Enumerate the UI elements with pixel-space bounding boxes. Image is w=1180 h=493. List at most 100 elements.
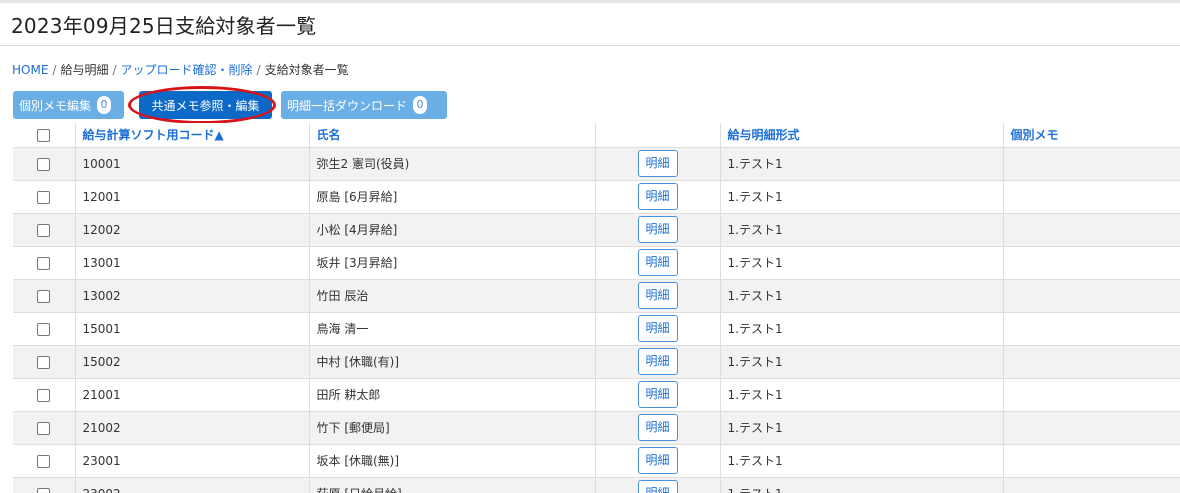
table-row: 10001 弥生2 憲司(役員) 明細 1.テスト1 [13, 146, 1180, 180]
detail-button[interactable]: 明細 [637, 150, 678, 177]
row-checkbox[interactable] [37, 190, 51, 204]
row-format: 1.テスト1 [719, 179, 1003, 213]
detail-button[interactable]: 明細 [637, 183, 678, 210]
employee-table-container: 給与計算ソフト用コード▲ 氏名 給与明細形式 個別メモ 10001 弥生2 憲司(… [13, 123, 1180, 493]
row-format: 1.テスト1 [719, 245, 1003, 279]
header-name[interactable]: 氏名 [308, 123, 595, 147]
row-memo [1002, 344, 1180, 378]
row-select-cell [13, 212, 75, 246]
row-code: 13001 [74, 245, 309, 279]
row-detail-cell: 明細 [594, 245, 720, 279]
bulk-download-button[interactable]: 明細一括ダウンロード 0 [281, 91, 447, 119]
row-memo [1002, 179, 1180, 213]
breadcrumb-home-link[interactable]: HOME [12, 63, 48, 77]
detail-button[interactable]: 明細 [637, 282, 678, 309]
row-checkbox[interactable] [37, 157, 51, 171]
row-code: 12002 [74, 212, 309, 246]
row-format: 1.テスト1 [719, 212, 1003, 246]
table-row: 15002 中村 [休職(有)] 明細 1.テスト1 [13, 344, 1180, 378]
breadcrumb-separator: / [112, 63, 117, 77]
row-detail-cell: 明細 [594, 146, 720, 180]
detail-button[interactable]: 明細 [637, 315, 678, 342]
row-format: 1.テスト1 [719, 410, 1003, 444]
row-name: 竹下 [郵便局] [308, 410, 595, 444]
row-select-cell [13, 344, 75, 378]
row-select-cell [13, 311, 75, 345]
table-row: 13002 竹田 辰治 明細 1.テスト1 [13, 278, 1180, 312]
row-checkbox[interactable] [37, 421, 51, 435]
common-memo-button[interactable]: 共通メモ参照・編集 [139, 91, 272, 119]
select-all-checkbox[interactable] [37, 128, 51, 142]
bulk-download-label: 明細一括ダウンロード [287, 98, 408, 113]
header-format[interactable]: 給与明細形式 [719, 123, 1003, 147]
row-name: 中村 [休職(有)] [308, 344, 595, 378]
top-border [0, 0, 1180, 3]
row-code: 21001 [74, 377, 309, 411]
detail-button[interactable]: 明細 [637, 348, 678, 375]
table-row: 12002 小松 [4月昇給] 明細 1.テスト1 [13, 212, 1180, 246]
individual-memo-edit-label: 個別メモ編集 [19, 98, 92, 113]
row-format: 1.テスト1 [719, 278, 1003, 312]
row-format: 1.テスト1 [719, 443, 1003, 477]
detail-button[interactable]: 明細 [637, 414, 678, 441]
row-select-cell [13, 278, 75, 312]
table-row: 23002萩原 [日給月給] 明細 1.テスト1 [13, 476, 1180, 493]
row-code: 21002 [74, 410, 309, 444]
breadcrumb: HOME / 給与明細 / アップロード確認・削除 / 支給対象者一覧 [12, 61, 349, 78]
header-detail [594, 123, 720, 147]
row-checkbox[interactable] [37, 289, 51, 303]
row-checkbox[interactable] [37, 223, 51, 237]
row-memo [1002, 443, 1180, 477]
page-title: 2023年09月25日支給対象者一覧 [11, 14, 317, 38]
detail-button[interactable]: 明細 [637, 249, 678, 276]
row-select-cell [13, 443, 75, 477]
row-detail-cell: 明細 [594, 212, 720, 246]
row-select-cell [13, 476, 75, 493]
row-name: 坂井 [3月昇給] [308, 245, 595, 279]
header-memo[interactable]: 個別メモ [1002, 123, 1180, 147]
row-checkbox[interactable] [37, 256, 51, 270]
row-detail-cell: 明細 [594, 311, 720, 345]
row-checkbox[interactable] [37, 388, 51, 402]
table-row: 12001 原島 [6月昇給] 明細 1.テスト1 [13, 179, 1180, 213]
row-code: 23001 [74, 443, 309, 477]
row-select-cell [13, 179, 75, 213]
row-format: 1.テスト1 [719, 476, 1003, 493]
row-checkbox[interactable] [37, 355, 51, 369]
row-format: 1.テスト1 [719, 377, 1003, 411]
row-memo [1002, 146, 1180, 180]
row-code: 15002 [74, 344, 309, 378]
detail-button[interactable]: 明細 [637, 381, 678, 408]
detail-button[interactable]: 明細 [637, 447, 678, 474]
row-format: 1.テスト1 [719, 344, 1003, 378]
row-memo [1002, 245, 1180, 279]
row-name: 坂本 [休職(無)] [308, 443, 595, 477]
select-all-cell [13, 123, 75, 147]
row-code: 13002 [74, 278, 309, 312]
individual-memo-count-badge: 0 [97, 96, 112, 114]
breadcrumb-payslip: 給与明細 [60, 63, 109, 77]
individual-memo-edit-button[interactable]: 個別メモ編集 0 [13, 91, 124, 119]
row-checkbox[interactable] [37, 322, 51, 336]
row-select-cell [13, 146, 75, 180]
row-checkbox[interactable] [37, 454, 51, 468]
header-code[interactable]: 給与計算ソフト用コード▲ [74, 123, 309, 147]
breadcrumb-upload-link[interactable]: アップロード確認・削除 [121, 63, 253, 77]
detail-button[interactable]: 明細 [637, 480, 678, 493]
bulk-download-count-badge: 0 [413, 96, 428, 114]
row-memo [1002, 212, 1180, 246]
row-name: 原島 [6月昇給] [308, 179, 595, 213]
breadcrumb-separator: / [52, 63, 57, 77]
table-row: 21002 竹下 [郵便局] 明細 1.テスト1 [13, 410, 1180, 444]
breadcrumb-separator: / [256, 63, 261, 77]
row-code: 10001 [74, 146, 309, 180]
row-select-cell [13, 245, 75, 279]
row-checkbox[interactable] [37, 487, 51, 493]
row-select-cell [13, 410, 75, 444]
common-memo-label: 共通メモ参照・編集 [151, 98, 260, 113]
row-name: 鳥海 清一 [308, 311, 595, 345]
detail-button[interactable]: 明細 [637, 216, 678, 243]
row-name: 竹田 辰治 [308, 278, 595, 312]
row-detail-cell: 明細 [594, 377, 720, 411]
row-detail-cell: 明細 [594, 443, 720, 477]
